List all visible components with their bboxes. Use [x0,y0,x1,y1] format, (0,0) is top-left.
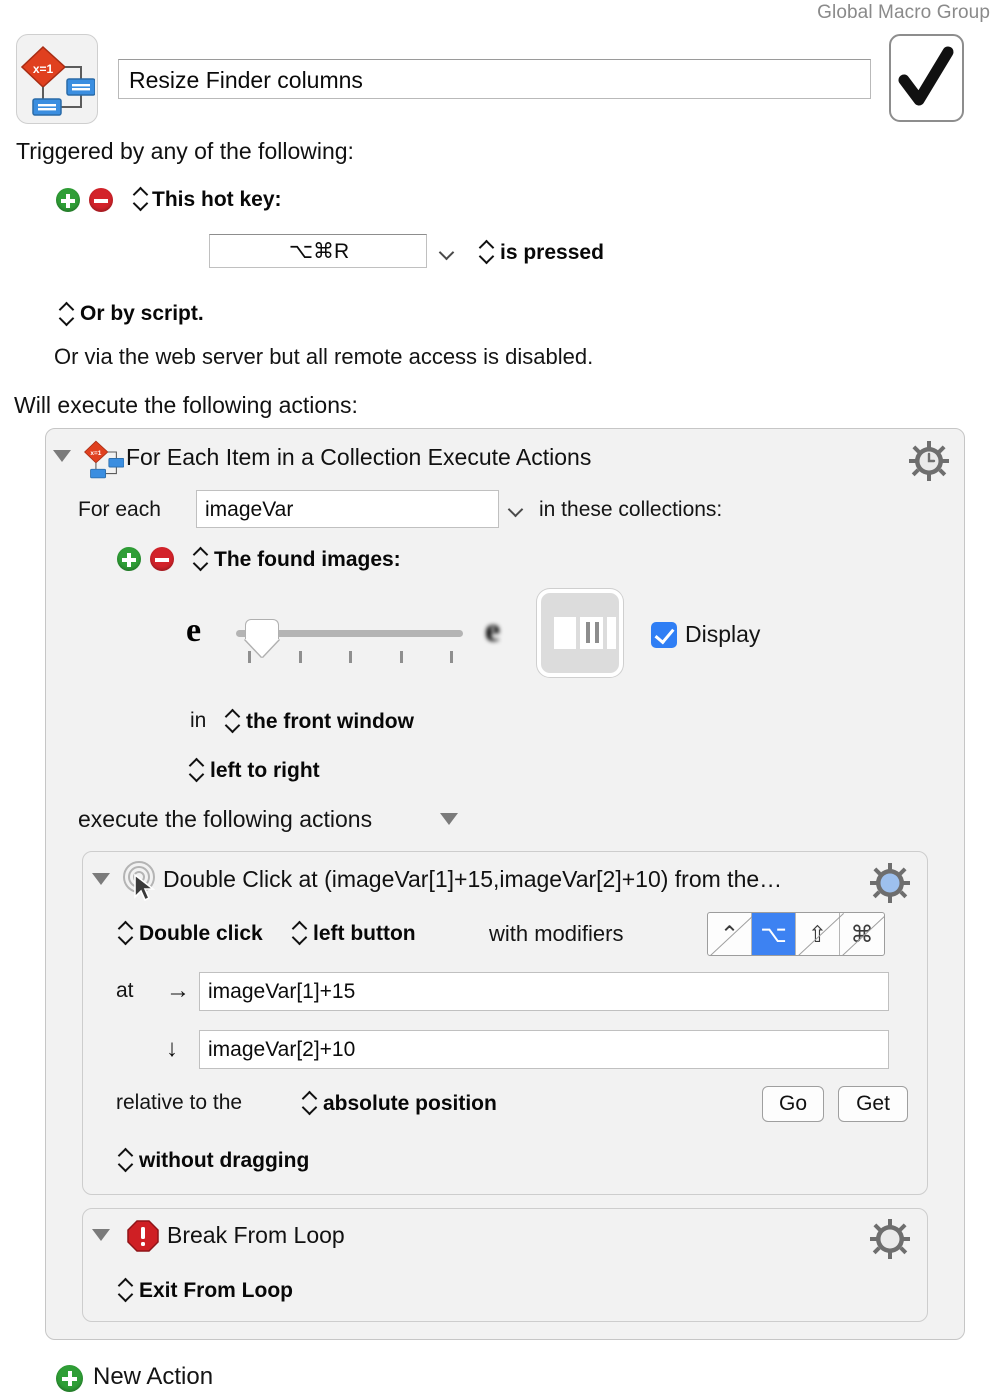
hotkey-value: ⌥⌘R [288,240,350,263]
modifier-control-segment[interactable]: ⌃ [708,913,752,955]
drag-option-stepper[interactable] [119,1147,132,1173]
slider-tick [248,651,251,663]
target-image-well[interactable] [537,589,623,677]
go-button[interactable]: Go [762,1086,824,1122]
scan-order-stepper[interactable] [190,757,203,783]
in-collections-label: in these collections: [539,498,723,521]
collection-type-stepper[interactable] [194,546,207,572]
remove-trigger-button[interactable] [89,188,113,212]
flowchart-icon-text: x=1 [33,62,54,76]
double-click-action-panel[interactable] [82,851,928,1195]
click-cursor-icon [123,861,156,902]
hotkey-condition-label: is pressed [500,241,604,264]
for-each-disclosure-triangle[interactable] [53,450,71,462]
click-type-label: Double click [139,922,263,945]
image-well-middle-column [580,617,603,649]
get-button[interactable]: Get [838,1086,908,1122]
new-action-label: New Action [93,1363,214,1390]
modifier-shift-segment[interactable]: ⇧ [796,913,840,955]
relative-position-value: absolute position [323,1092,497,1115]
flowchart-macro-icon-art: x=1 [21,45,95,116]
stop-sign-icon [127,1220,159,1252]
in-label: in [190,709,207,732]
slider-tick [400,651,403,663]
modifier-command-segment[interactable]: ⌘ [840,913,884,955]
hotkey-input[interactable]: ⌥⌘R [209,234,427,268]
click-y-value: imageVar[2]+10 [208,1038,356,1061]
break-disclosure-triangle[interactable] [92,1229,110,1241]
slider-tick [349,651,352,663]
macro-name-value: Resize Finder columns [129,67,363,93]
script-trigger-stepper[interactable] [60,301,73,327]
new-action-button[interactable] [56,1365,83,1392]
relative-position-stepper[interactable] [303,1090,316,1116]
flowchart-macro-icon: x=1 [16,34,98,124]
exit-from-loop-label: Exit From Loop [139,1279,293,1302]
fuzziness-sharp-glyph: e [186,612,202,649]
drag-option-label: without dragging [139,1149,310,1172]
at-label: at [116,979,134,1002]
for-each-flowchart-icon: x=1 [84,440,124,479]
display-checkbox[interactable] [651,622,677,648]
exit-from-loop-stepper[interactable] [119,1277,132,1303]
image-well-right-column [607,617,616,649]
mouse-button-label: left button [313,922,416,945]
checkmark-icon [898,46,954,106]
image-well-divider-bar [595,622,599,643]
actions-heading: Will execute the following actions: [14,392,358,418]
modifier-keys-segmented-control[interactable]: ⌃ ⌥ ⇧ ⌘ [707,912,885,956]
for-each-gear-icon[interactable] [908,440,950,482]
for-each-action-title: For Each Item in a Collection Execute Ac… [126,444,592,470]
display-label: Display [685,621,761,647]
webserver-note: Or via the web server but all remote acc… [54,344,594,369]
loop-variable-input[interactable]: imageVar [196,490,499,528]
break-action-title: Break From Loop [167,1222,345,1248]
execute-following-label: execute the following actions [78,806,373,832]
window-scope-stepper[interactable] [226,708,239,734]
double-click-action-title: Double Click at (imageVar[1]+15,imageVar… [163,866,783,892]
scan-order-label: left to right [210,759,320,782]
macro-group-label: Global Macro Group [817,2,990,23]
macro-enabled-checkbox[interactable] [889,34,964,122]
execute-disclosure-triangle[interactable] [440,813,458,825]
remove-collection-button[interactable] [150,547,174,571]
break-gear-icon[interactable] [869,1218,911,1260]
for-each-label: For each [78,498,161,521]
collection-type-label: The found images: [214,548,401,571]
trigger-type-label: This hot key: [152,188,282,211]
click-type-stepper[interactable] [119,920,132,946]
loop-variable-value: imageVar [205,498,294,521]
loop-variable-chevron-down-icon[interactable] [510,504,524,513]
modifiers-label: with modifiers [489,921,624,946]
y-axis-arrow-icon: ↓ [166,1035,178,1062]
fuzziness-blurred-glyph: e [485,612,501,649]
click-y-input[interactable]: imageVar[2]+10 [199,1030,889,1069]
relative-to-label: relative to the [116,1091,243,1114]
mouse-button-stepper[interactable] [293,920,306,946]
script-trigger-label: Or by script. [80,302,204,325]
double-click-disclosure-triangle[interactable] [92,873,110,885]
double-click-gear-icon[interactable] [869,862,911,904]
image-well-left-column [554,617,576,649]
triggers-heading: Triggered by any of the following: [16,138,354,164]
slider-tick [450,651,453,663]
add-trigger-button[interactable] [56,188,80,212]
window-scope-label: the front window [246,710,414,733]
modifier-option-segment[interactable]: ⌥ [752,913,796,955]
x-axis-arrow-icon: → [166,977,190,1004]
hotkey-condition-stepper[interactable] [480,239,493,265]
hotkey-chevron-down-icon[interactable] [441,247,455,256]
add-collection-button[interactable] [117,547,141,571]
slider-tick [299,651,302,663]
image-well-divider-bar [586,622,590,643]
trigger-type-stepper[interactable] [134,186,147,212]
click-x-value: imageVar[1]+15 [208,980,356,1003]
click-x-input[interactable]: imageVar[1]+15 [199,972,889,1011]
svg-text:x=1: x=1 [90,450,101,457]
macro-name-input[interactable]: Resize Finder columns [118,59,871,99]
